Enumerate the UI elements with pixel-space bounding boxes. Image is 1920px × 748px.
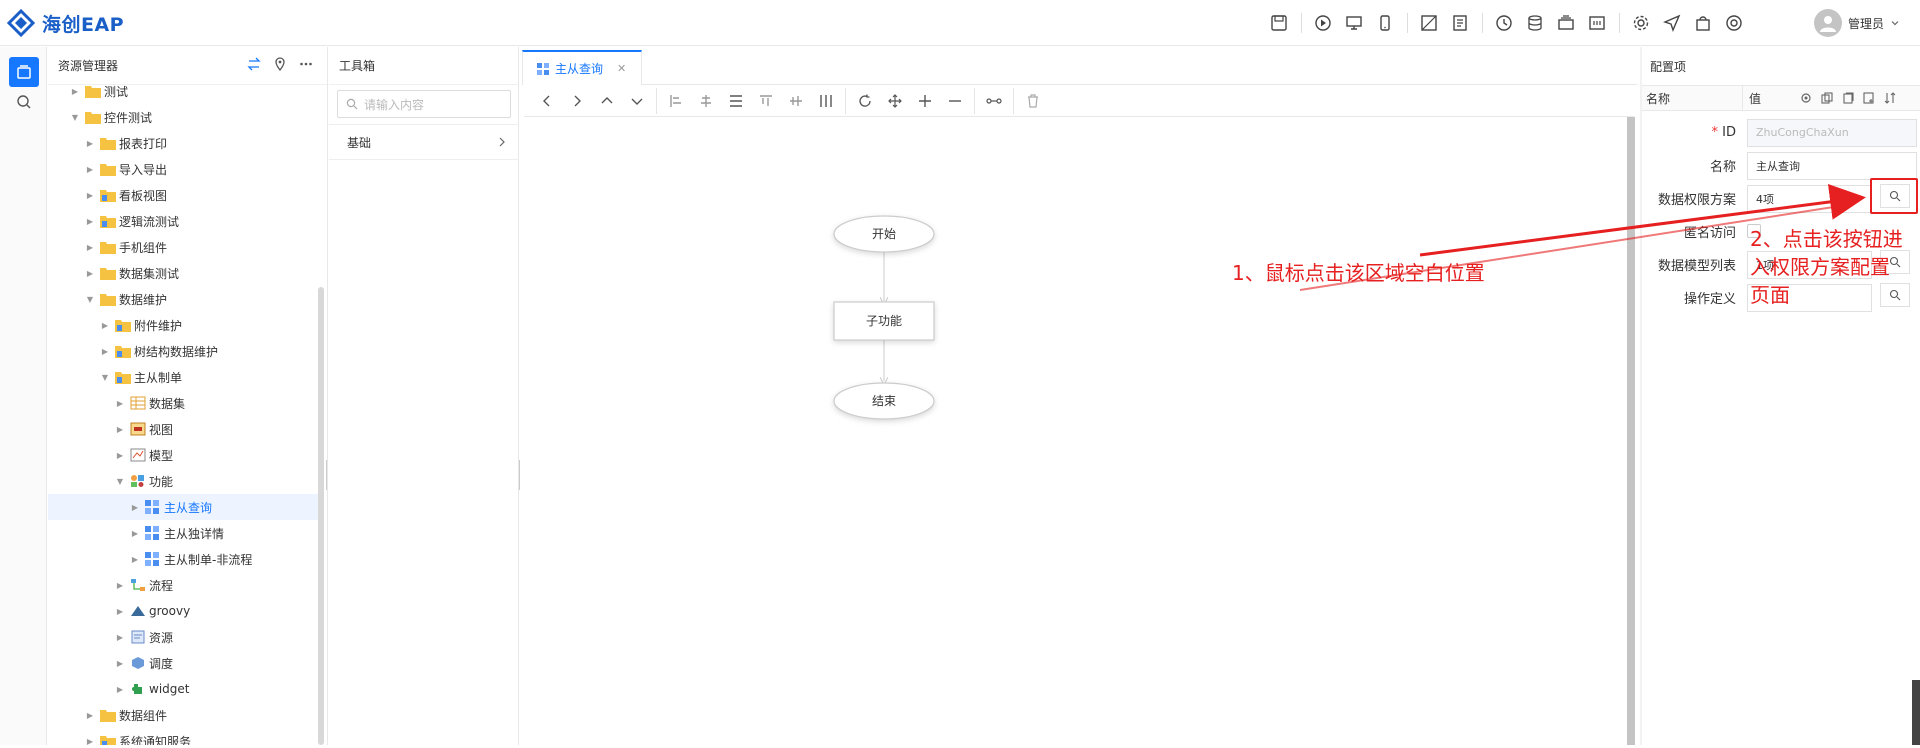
annotation-step2-line3: 页面: [1750, 283, 1790, 307]
annotation-arrow: [1299, 184, 1866, 291]
annotation-step2-line2: 入权限方案配置: [1750, 255, 1890, 279]
annotation-step2-line1: 2、点击该按钮进: [1750, 227, 1903, 251]
page-scrollbar[interactable]: [1912, 680, 1920, 745]
annotation-step1: 1、鼠标点击该区域空白位置: [1232, 261, 1485, 285]
